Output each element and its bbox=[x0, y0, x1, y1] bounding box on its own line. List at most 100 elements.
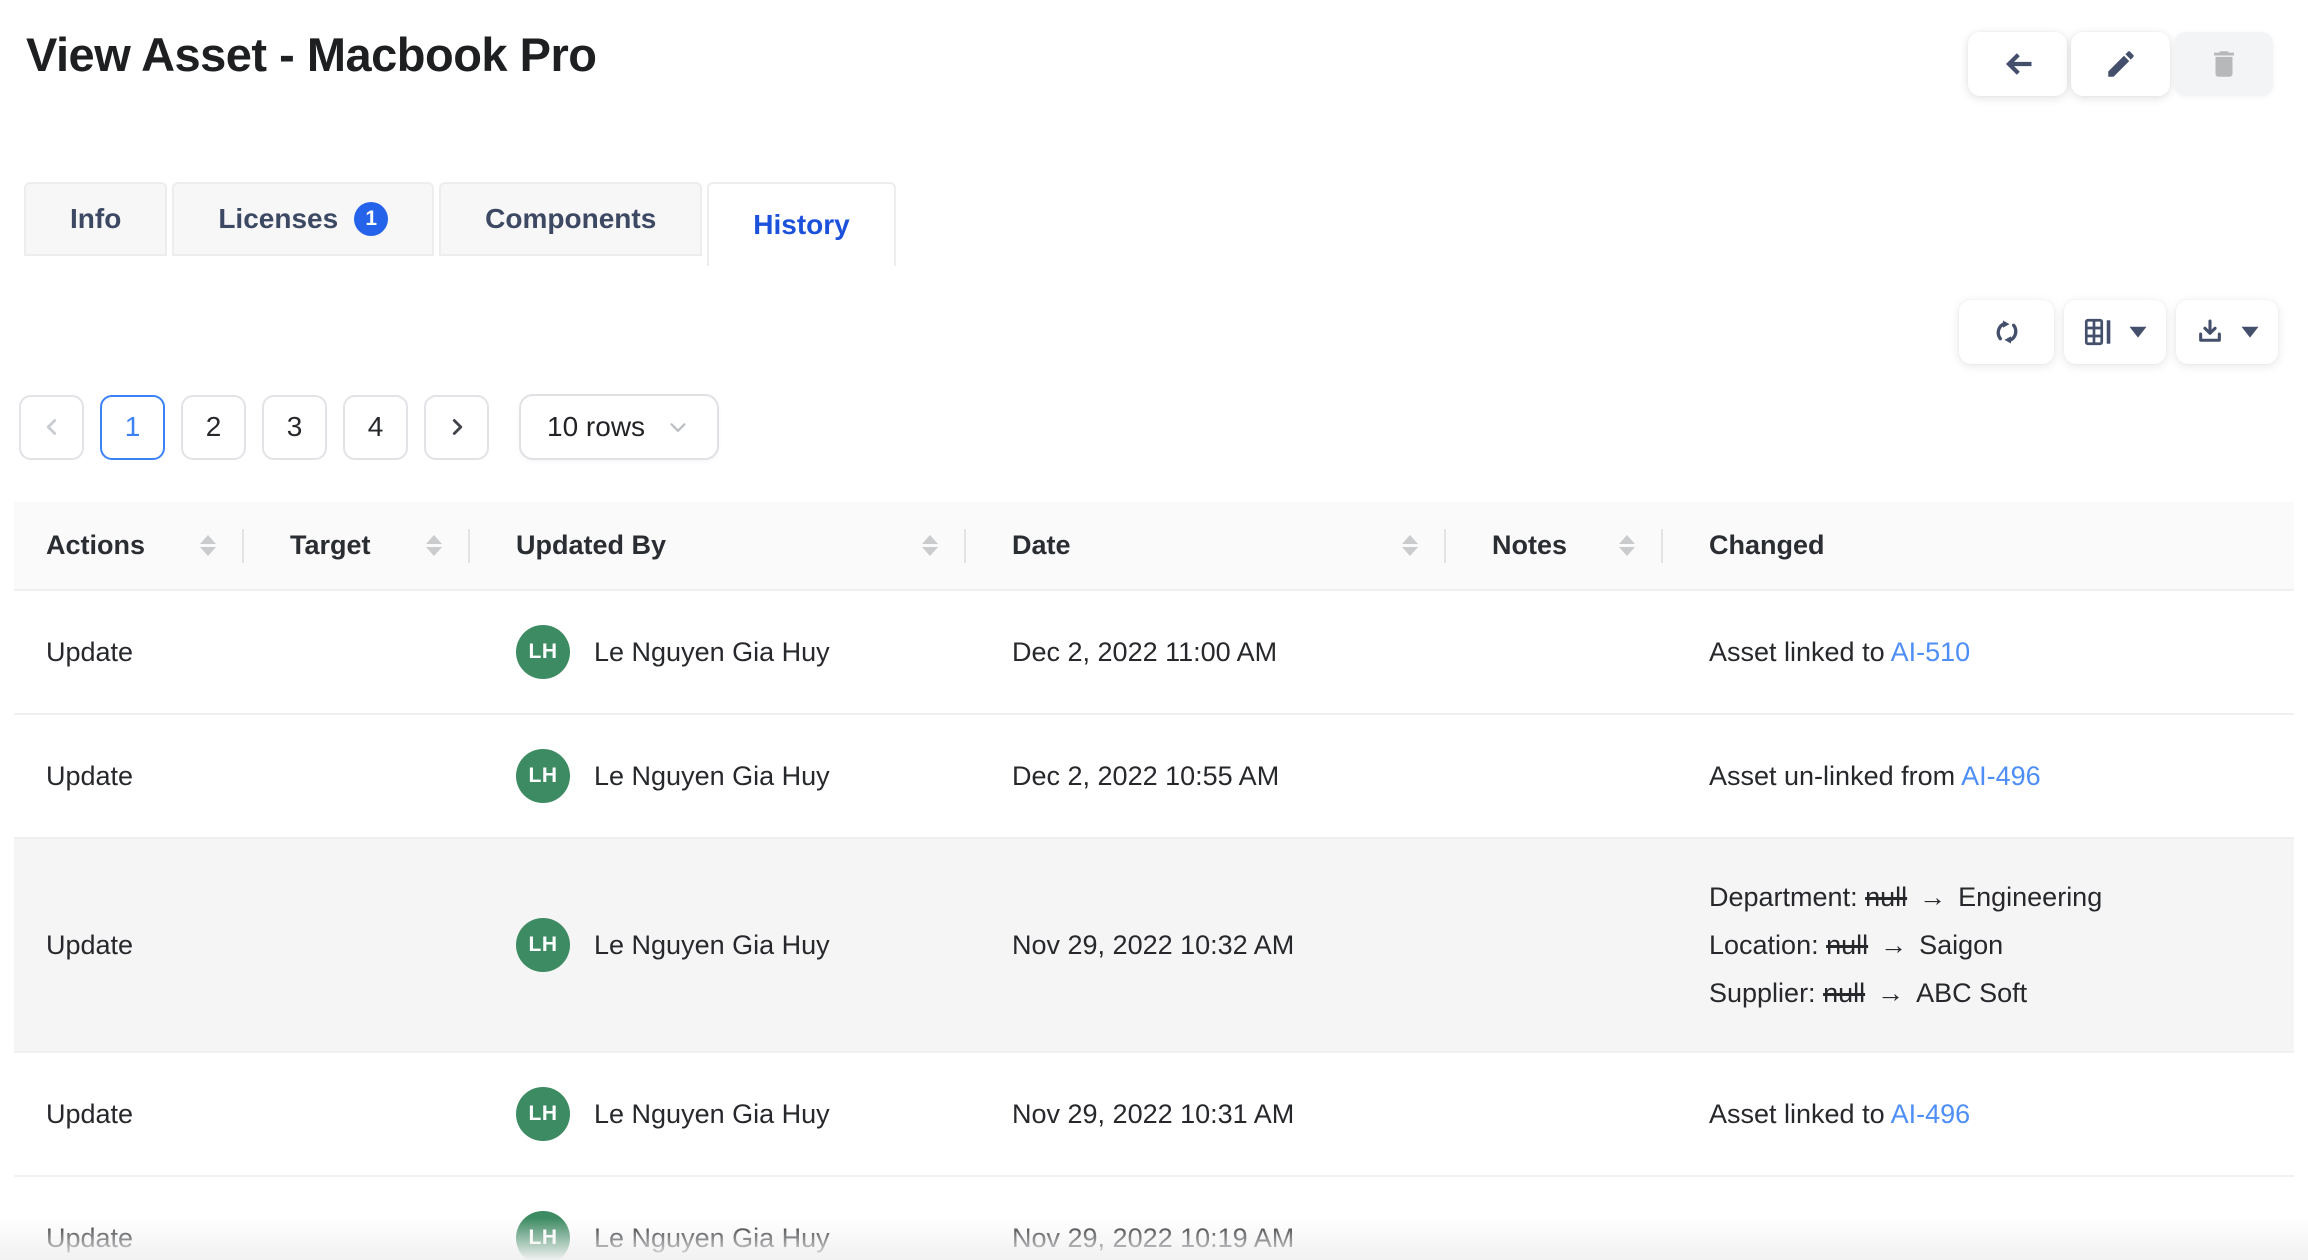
cell-changed: Asset un-linked from AI-496 bbox=[1663, 714, 2294, 838]
column-header-target[interactable]: Target bbox=[244, 502, 470, 590]
pagination-page-4[interactable]: 4 bbox=[343, 395, 408, 460]
table-columns-icon bbox=[2082, 316, 2114, 348]
tab-label: Licenses bbox=[218, 203, 338, 235]
download-icon bbox=[2194, 316, 2226, 348]
changed-line: Supplier: null→ABC Soft bbox=[1709, 969, 2276, 1017]
cell-updated-by: LH Le Nguyen Gia Huy bbox=[470, 838, 966, 1052]
asset-link[interactable]: AI-496 bbox=[1961, 761, 2041, 791]
caret-down-icon bbox=[2240, 325, 2260, 339]
column-label: Date bbox=[1012, 530, 1071, 561]
cell-updated-by: LH Le Nguyen Gia Huy bbox=[470, 1176, 966, 1260]
table-header-row: Actions Target Updated By Date Notes Changed bbox=[14, 502, 2294, 590]
arrow-right-icon: → bbox=[1880, 930, 1907, 960]
tab-licenses[interactable]: Licenses 1 bbox=[172, 182, 434, 256]
pagination-page-2[interactable]: 2 bbox=[181, 395, 246, 460]
tab-info[interactable]: Info bbox=[24, 182, 167, 256]
sorter-icon bbox=[1619, 535, 1635, 556]
pagination-page-3[interactable]: 3 bbox=[262, 395, 327, 460]
header-actions bbox=[1968, 32, 2273, 96]
pencil-icon bbox=[2104, 47, 2138, 81]
column-label: Target bbox=[290, 530, 371, 561]
changed-text: Saigon bbox=[1919, 930, 2003, 960]
history-table-wrap: ActionsTargetUpdated ByDateNotesChanged … bbox=[14, 502, 2294, 1260]
cell-target bbox=[244, 590, 470, 714]
chevron-down-icon bbox=[665, 414, 691, 440]
old-value: null bbox=[1826, 930, 1868, 960]
trash-icon bbox=[2207, 47, 2241, 81]
table-row: UpdateLHLe Nguyen Gia HuyNov 29, 2022 10… bbox=[14, 1176, 2294, 1260]
avatar: LH bbox=[516, 625, 570, 679]
refresh-button[interactable] bbox=[1959, 300, 2054, 364]
cell-notes bbox=[1446, 838, 1663, 1052]
pagination-page-1[interactable]: 1 bbox=[100, 395, 165, 460]
cell-target bbox=[244, 1176, 470, 1260]
pagination: 1234 10 rows bbox=[19, 394, 2308, 460]
sorter-icon bbox=[200, 535, 216, 556]
rows-per-page-select[interactable]: 10 rows bbox=[519, 394, 719, 460]
avatar: LH bbox=[516, 749, 570, 803]
tab-bar: Info Licenses 1 Components History bbox=[24, 182, 2308, 266]
table-row: UpdateLHLe Nguyen Gia HuyNov 29, 2022 10… bbox=[14, 838, 2294, 1052]
cell-date: Nov 29, 2022 10:31 AM bbox=[966, 1052, 1446, 1176]
chevron-left-icon bbox=[39, 414, 65, 440]
cell-updated-by: LHLe Nguyen Gia Huy bbox=[470, 714, 966, 838]
arrow-left-icon bbox=[2000, 46, 2036, 82]
back-button[interactable] bbox=[1968, 32, 2067, 96]
user-name: Le Nguyen Gia Huy bbox=[594, 1223, 830, 1254]
tab-label: Components bbox=[485, 203, 656, 235]
tab-components[interactable]: Components bbox=[439, 182, 702, 256]
avatar: LH bbox=[516, 918, 570, 972]
table-toolbar bbox=[0, 300, 2308, 364]
cell-notes bbox=[1446, 1052, 1663, 1176]
cell-notes bbox=[1446, 1176, 1663, 1260]
column-header-notes[interactable]: Notes bbox=[1446, 502, 1663, 590]
column-label: Updated By bbox=[516, 530, 666, 561]
cell-actions: Update bbox=[14, 590, 244, 714]
cell-actions: Update bbox=[14, 1052, 244, 1176]
column-label: Changed bbox=[1709, 530, 1825, 561]
changed-text: Department: bbox=[1709, 882, 1865, 912]
asset-link[interactable]: AI-496 bbox=[1891, 1099, 1971, 1129]
changed-line: Asset un-linked from AI-496 bbox=[1709, 752, 2276, 800]
old-value: null bbox=[1865, 882, 1907, 912]
chevron-right-icon bbox=[444, 414, 470, 440]
asset-link[interactable]: AI-510 bbox=[1891, 637, 1971, 667]
table-body: UpdateLHLe Nguyen Gia HuyDec 2, 2022 11:… bbox=[14, 590, 2294, 1260]
sorter-icon bbox=[1402, 535, 1418, 556]
user-name: Le Nguyen Gia Huy bbox=[594, 930, 830, 961]
arrow-right-icon: → bbox=[1919, 882, 1946, 912]
pagination-prev-button[interactable] bbox=[19, 395, 84, 460]
cell-notes bbox=[1446, 590, 1663, 714]
export-button[interactable] bbox=[2176, 300, 2278, 364]
tab-history[interactable]: History bbox=[707, 182, 895, 266]
cell-changed bbox=[1663, 1176, 2294, 1260]
changed-text: Supplier: bbox=[1709, 978, 1823, 1008]
view-asset-page: View Asset - Macbook Pro InfoLicenses1Co… bbox=[0, 0, 2308, 1260]
arrow-right-icon: → bbox=[1877, 978, 1904, 1008]
edit-button[interactable] bbox=[2071, 32, 2170, 96]
cell-date: Dec 2, 2022 10:55 AM bbox=[966, 714, 1446, 838]
changed-text: Asset linked to bbox=[1709, 1099, 1891, 1129]
avatar: LH bbox=[516, 1211, 570, 1260]
pagination-next-button[interactable] bbox=[424, 395, 489, 460]
columns-button[interactable] bbox=[2064, 300, 2166, 364]
table-row: Update LHLe Nguyen Gia HuyNov 29, 2022 10… bbox=[14, 1052, 2294, 1176]
changed-line: Asset linked to AI-496 bbox=[1709, 1090, 2276, 1138]
tab-label: Info bbox=[70, 203, 121, 235]
changed-line: Location: null→Saigon bbox=[1709, 921, 2276, 969]
avatar: LH bbox=[516, 1087, 570, 1141]
user-name: Le Nguyen Gia Huy bbox=[594, 637, 830, 668]
column-header-changed: Changed bbox=[1663, 502, 2294, 590]
column-header-actions[interactable]: Actions bbox=[14, 502, 244, 590]
cell-notes bbox=[1446, 714, 1663, 838]
changed-text: Asset un-linked from bbox=[1709, 761, 1961, 791]
cell-changed: Asset linked to AI-496 bbox=[1663, 1052, 2294, 1176]
tab-badge: 1 bbox=[354, 202, 388, 236]
sorter-icon bbox=[922, 535, 938, 556]
cell-updated-by: LHLe Nguyen Gia Huy bbox=[470, 1052, 966, 1176]
delete-button[interactable] bbox=[2174, 32, 2273, 96]
rows-per-page-value: 10 rows bbox=[547, 411, 645, 443]
history-table: ActionsTargetUpdated ByDateNotesChanged … bbox=[14, 502, 2294, 1260]
column-header-updated_by[interactable]: Updated By bbox=[470, 502, 966, 590]
column-header-date[interactable]: Date bbox=[966, 502, 1446, 590]
